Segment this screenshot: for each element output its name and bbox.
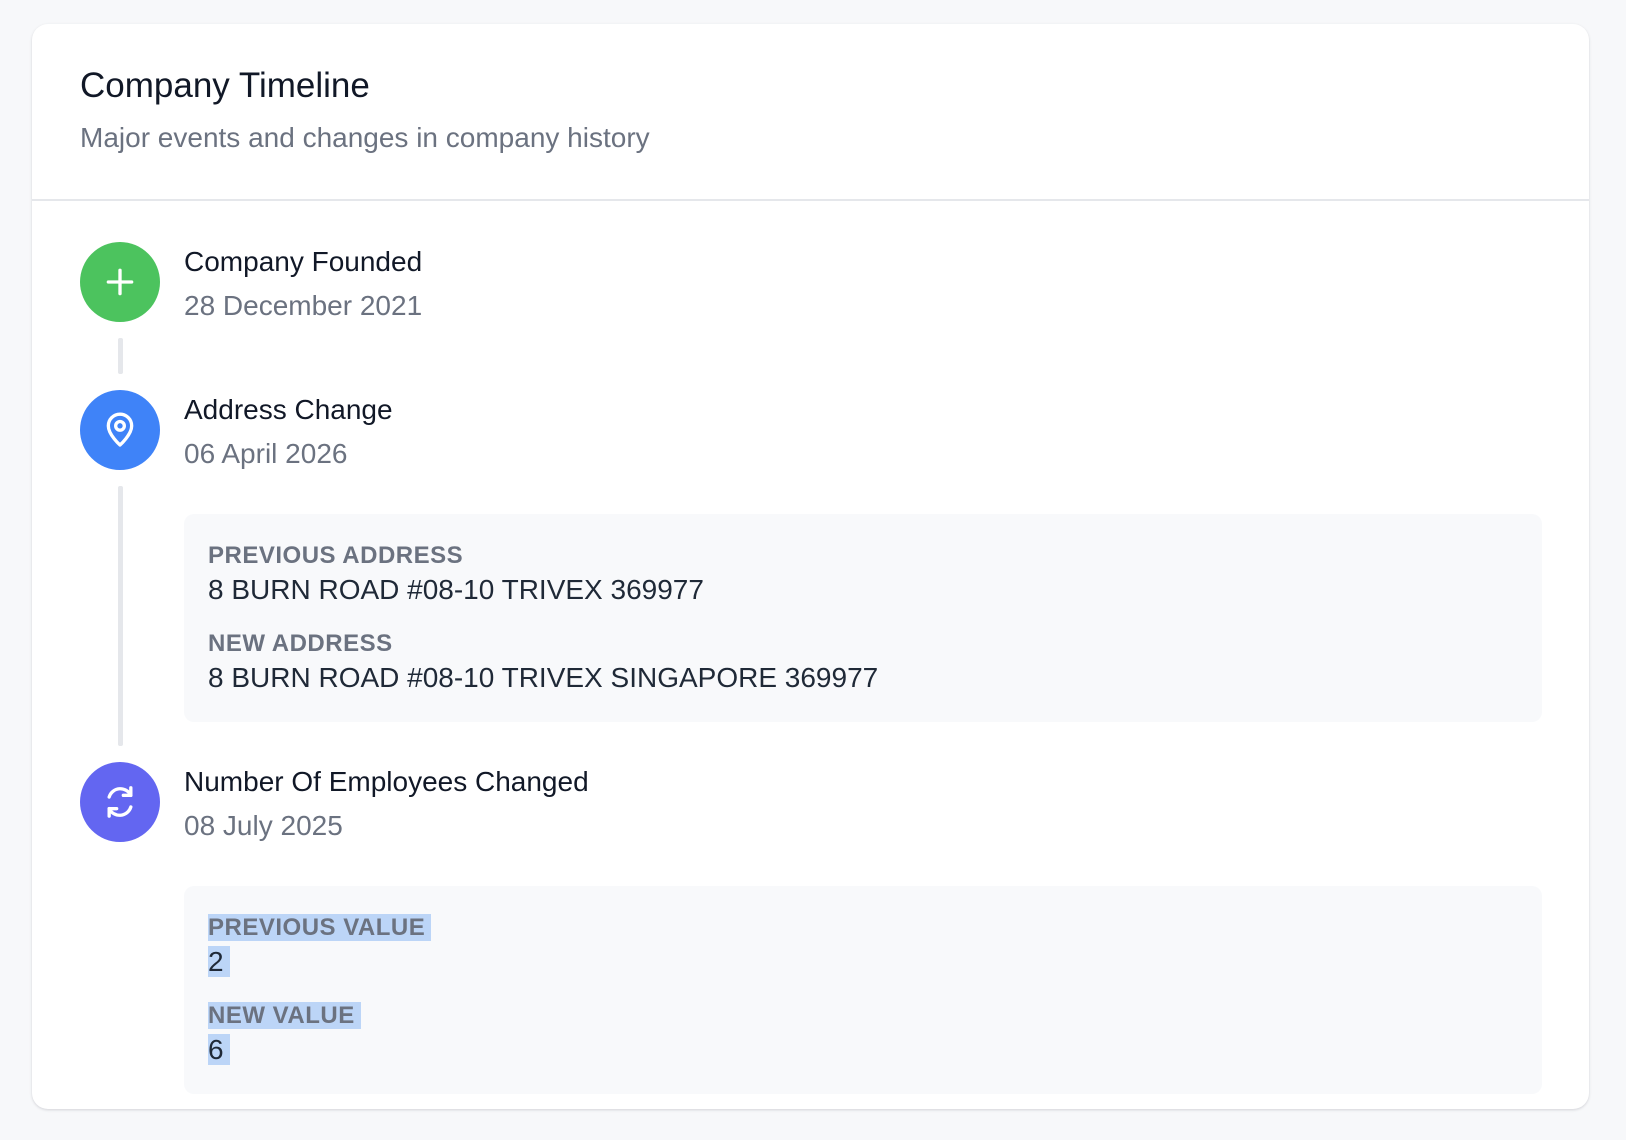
event-date: 06 April 2026 [184, 438, 348, 469]
new-address-label: NEW ADDRESS [208, 630, 393, 657]
refresh-icon [80, 762, 160, 842]
page-subtitle: Major events and changes in company hist… [80, 122, 650, 153]
event-title: Company Founded [184, 246, 423, 277]
change-details: PREVIOUS ADDRESS 8 BURN ROAD #08-10 TRIV… [184, 514, 1542, 722]
previous-address-label: PREVIOUS ADDRESS [208, 542, 464, 569]
company-timeline-card: Company Timeline Major events and change… [32, 24, 1589, 1109]
previous-value-label: PREVIOUS VALUE [208, 914, 432, 942]
event-title: Number Of Employees Changed [184, 766, 589, 797]
timeline-connector [118, 486, 123, 746]
selected-text: 6 [208, 1034, 230, 1065]
selected-text: 2 [208, 946, 230, 977]
change-details: PREVIOUS VALUE 2 NEW VALUE 6 [184, 886, 1542, 1094]
event-date: 08 July 2025 [184, 810, 343, 841]
new-address-value: 8 BURN ROAD #08-10 TRIVEX SINGAPORE 3699… [208, 662, 879, 693]
previous-address-value: 8 BURN ROAD #08-10 TRIVEX 369977 [208, 574, 704, 605]
selected-text: PREVIOUS VALUE [208, 914, 432, 941]
new-value: 6 [208, 1034, 230, 1066]
event-date: 28 December 2021 [184, 290, 423, 321]
card-header: Company Timeline Major events and change… [32, 24, 1589, 201]
previous-value: 2 [208, 946, 230, 978]
selected-text: NEW VALUE [208, 1002, 361, 1029]
new-value-label: NEW VALUE [208, 1002, 361, 1030]
location-pin-icon [80, 390, 160, 470]
event-title: Address Change [184, 394, 393, 425]
page-title: Company Timeline [80, 66, 370, 105]
timeline-connector [118, 338, 123, 374]
plus-icon [80, 242, 160, 322]
